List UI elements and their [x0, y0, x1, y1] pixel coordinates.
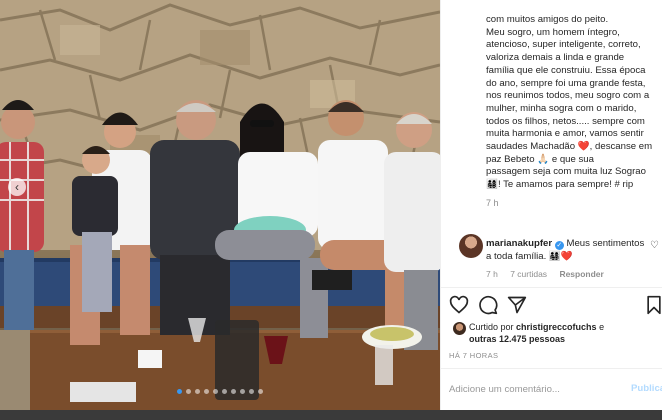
likes-text: Curtido por christigreccofuchs e outras 1… — [469, 321, 659, 345]
carousel-dot — [222, 389, 227, 394]
liker-avatar — [453, 322, 466, 335]
family-group — [0, 100, 440, 402]
reply-button[interactable]: Responder — [559, 269, 603, 279]
divider — [441, 287, 662, 288]
post-photo[interactable]: ‹ — [0, 0, 440, 410]
caption-text: com muitos amigos do peito. Meu sogro, u… — [486, 14, 653, 191]
post-timestamp[interactable]: HÁ 7 HORAS — [449, 351, 498, 360]
bookmark-icon[interactable] — [644, 295, 662, 315]
comment-icon[interactable] — [478, 295, 498, 315]
comment-body: marianakupfer ✓ Meus sentimentos a toda … — [486, 238, 646, 281]
carousel-dot — [249, 389, 254, 394]
post-caption: com muitos amigos do peito. Meu sogro, u… — [486, 14, 658, 210]
comment-meta: 7 h 7 curtidas Responder — [486, 268, 646, 281]
comment-like-icon[interactable]: ♡ — [650, 240, 659, 251]
likes-middle: e — [596, 322, 605, 332]
likes-summary: Curtido por christigreccofuchs e outras 1… — [449, 321, 659, 345]
verified-badge-icon: ✓ — [554, 241, 564, 250]
share-icon[interactable] — [507, 295, 527, 315]
post-actions — [449, 295, 662, 315]
liker-username[interactable]: christigreccofuchs — [516, 322, 597, 332]
carousel-dot — [258, 389, 263, 394]
commenter-username[interactable]: marianakupfer — [486, 238, 552, 249]
carousel-dot — [213, 389, 218, 394]
carousel-dot — [186, 389, 191, 394]
add-comment-bar: Publicar — [441, 368, 662, 410]
post-sidebar: com muitos amigos do peito. Meu sogro, u… — [440, 0, 662, 410]
carousel-dot — [231, 389, 236, 394]
likes-count-link[interactable]: outras 12.475 pessoas — [469, 334, 565, 344]
carousel-dot — [240, 389, 245, 394]
carousel-dot — [177, 389, 182, 394]
commenter-avatar[interactable] — [459, 234, 483, 258]
caption-time[interactable]: 7 h — [486, 197, 658, 210]
carousel-indicator — [0, 389, 440, 394]
heart-icon[interactable] — [449, 295, 469, 315]
likes-prefix: Curtido por — [469, 322, 517, 332]
comment-time[interactable]: 7 h — [486, 269, 498, 279]
publish-button[interactable]: Publicar — [631, 383, 662, 394]
carousel-dot — [195, 389, 200, 394]
bottom-strip — [0, 410, 662, 420]
comment-likes[interactable]: 7 curtidas — [510, 269, 547, 279]
carousel-dot — [204, 389, 209, 394]
comment-input[interactable] — [449, 381, 619, 397]
carousel-prev-button[interactable]: ‹ — [8, 178, 26, 196]
